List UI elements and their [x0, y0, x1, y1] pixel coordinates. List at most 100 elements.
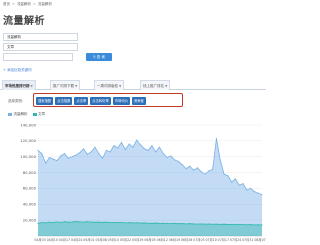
query-button-label: 查 询: [96, 55, 105, 59]
data-point: [166, 156, 168, 159]
data-point: [83, 221, 85, 223]
data-point: [223, 223, 225, 225]
add-keyword-link[interactable]: + 添加比较关键词: [3, 68, 32, 73]
data-point: [105, 149, 107, 151]
category-avg-price[interactable]: 市场均价: [112, 96, 130, 105]
x-tick-label: 06月12: [157, 238, 168, 242]
data-point: [189, 223, 191, 225]
breadcrumb-separator: >: [32, 2, 36, 6]
data-point: [151, 145, 153, 147]
x-tick-label: 04月17: [59, 238, 70, 242]
data-point: [234, 178, 236, 180]
tab-online-rank[interactable]: 线上推广排名 ▼: [140, 80, 171, 90]
data-point: [261, 224, 263, 226]
x-tick-label: 07月10: [205, 238, 216, 242]
data-point: [215, 223, 217, 225]
data-point: [162, 222, 164, 224]
series-area: [38, 138, 262, 236]
chevron-down-icon: ▼: [165, 83, 168, 88]
y-tick-label: 60,000: [23, 186, 37, 191]
chevron-down-icon: ▼: [119, 83, 122, 88]
keyword-input-1[interactable]: 流量解析: [3, 33, 78, 41]
data-point: [75, 154, 77, 156]
x-tick-label: 05月29: [132, 238, 143, 242]
data-point: [158, 146, 161, 148]
data-point: [124, 222, 126, 224]
data-point: [52, 158, 54, 160]
category-search-index[interactable]: 搜索指数: [36, 96, 54, 105]
data-point: [151, 222, 153, 224]
x-tick-label: 05月22: [120, 238, 131, 242]
data-point: [132, 146, 134, 148]
data-point: [227, 175, 229, 177]
breadcrumb-parent[interactable]: 流量解析: [17, 2, 31, 8]
data-point: [109, 222, 111, 224]
x-tick-label: 04月10: [47, 238, 58, 242]
data-point: [79, 152, 81, 154]
x-tick-label: 05月08: [95, 238, 106, 242]
data-point: [219, 223, 221, 225]
data-point: [246, 189, 248, 191]
chevron-down-icon: ▼: [30, 83, 33, 88]
data-point: [231, 224, 233, 226]
keyword-input-2[interactable]: 文章: [3, 43, 78, 51]
x-tick-label: 05月01: [83, 238, 94, 242]
data-point: [41, 152, 43, 155]
category-conversion[interactable]: 点击转化率: [90, 96, 111, 105]
data-point: [253, 224, 255, 226]
search-icon: ⚲: [93, 55, 96, 59]
data-point: [139, 222, 142, 224]
breadcrumb-separator: >: [12, 2, 15, 6]
data-point: [60, 221, 62, 223]
data-point: [155, 222, 157, 224]
tab-weekly[interactable]: 一周词排版权 ▼: [94, 80, 125, 90]
tab-market-ranking[interactable]: 市场热搜排行榜 ▼: [2, 80, 36, 90]
data-point: [174, 159, 176, 161]
data-point: [200, 171, 202, 173]
data-point: [147, 222, 149, 224]
tab-promo-download[interactable]: 推广词排下载 ▼: [50, 80, 81, 90]
data-point: [219, 159, 221, 161]
query-button[interactable]: ⚲查 询: [86, 53, 112, 61]
data-point: [71, 221, 73, 223]
data-point: [90, 151, 92, 153]
x-tick-label: 05月15: [108, 238, 119, 242]
breadcrumb: 首页 > 流量解析 > 流量解析: [3, 2, 52, 8]
x-tick-label: 08月07: [254, 238, 265, 242]
category-competition[interactable]: 竞争度: [131, 96, 146, 105]
data-point: [208, 170, 210, 172]
data-point: [101, 157, 104, 159]
data-point: [128, 222, 130, 224]
data-point: [101, 221, 104, 223]
y-tick-label: 100,000: [20, 154, 36, 159]
data-point: [215, 137, 217, 140]
y-tick-label: 120,000: [20, 138, 36, 143]
category-label: 选择类别:: [8, 99, 24, 103]
data-point: [86, 221, 88, 223]
y-tick-label: 20,000: [23, 217, 37, 222]
data-point: [117, 222, 119, 224]
data-point: [98, 152, 100, 155]
data-point: [67, 157, 69, 159]
data-point: [52, 221, 54, 224]
data-point: [242, 223, 244, 226]
category-click-index[interactable]: 点击指数: [55, 96, 73, 105]
breadcrumb-home[interactable]: 首页: [3, 2, 10, 8]
data-point: [234, 223, 236, 225]
data-point: [94, 221, 96, 223]
x-tick-label: 04月03: [34, 238, 45, 242]
data-point: [246, 224, 248, 226]
data-point: [117, 147, 119, 149]
trend-chart: 20,000 40,000 60,000 80,000 100,000 120,000 14…: [0, 116, 266, 245]
data-point: [67, 221, 69, 223]
data-point: [212, 168, 214, 170]
x-tick-label: 07月03: [193, 238, 204, 242]
data-point: [189, 165, 191, 167]
data-point: [231, 181, 233, 183]
tab-label: 一周词排版权: [97, 83, 118, 88]
x-tick-label: 06月05: [144, 238, 155, 242]
keyword-input-3[interactable]: [3, 53, 73, 61]
tab-label: 线上推广排名: [143, 83, 164, 88]
category-ctr[interactable]: 点击率: [74, 96, 89, 105]
x-tick-label: 07月31: [242, 238, 253, 242]
